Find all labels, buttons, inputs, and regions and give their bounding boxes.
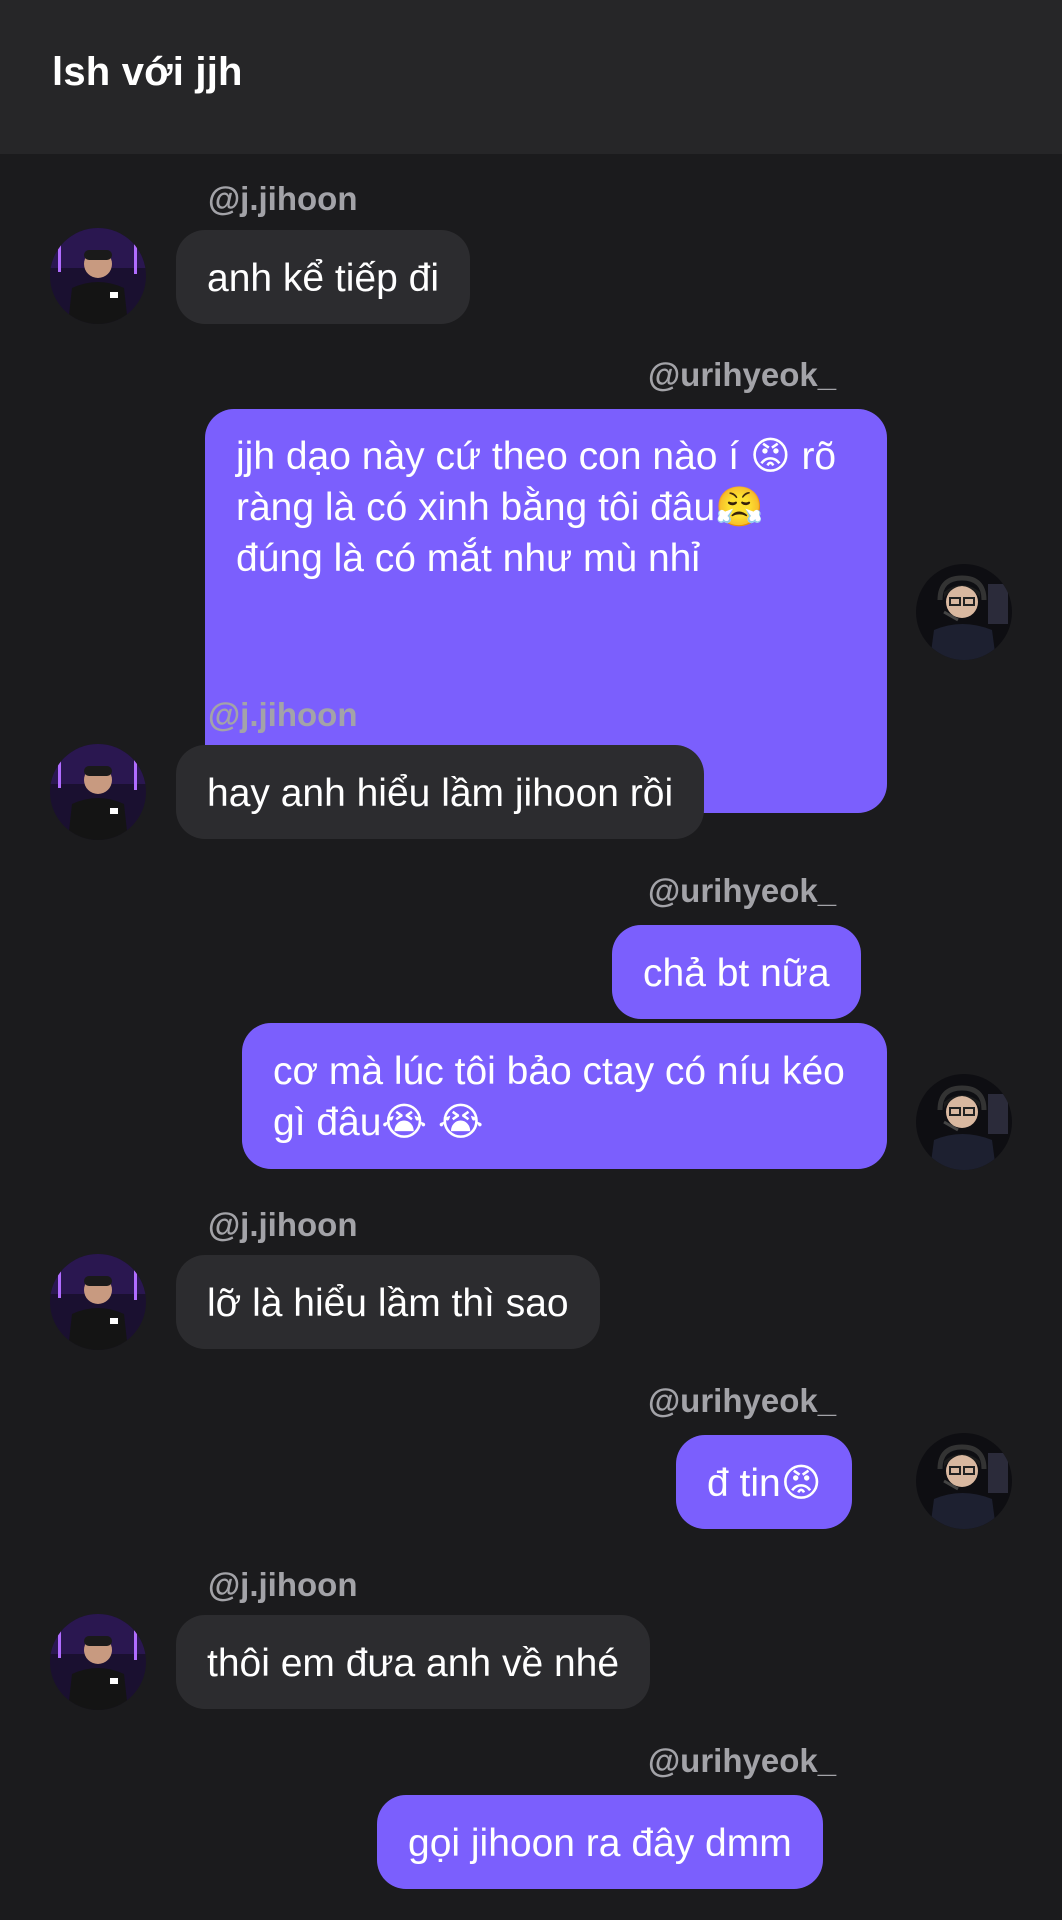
message-list[interactable]: @j.jihoon anh kể tiếp đi @urihyeok_ jjh …: [0, 154, 1062, 1920]
message-bubble-outgoing[interactable]: gọi jihoon ra đây dmm: [377, 1795, 823, 1889]
sender-username[interactable]: @urihyeok_: [648, 356, 836, 394]
sender-username[interactable]: @urihyeok_: [648, 1382, 836, 1420]
chat-header: lsh với jjh: [0, 0, 1062, 154]
avatar-urihyeok[interactable]: [916, 564, 1012, 660]
avatar-jihoon[interactable]: [50, 1614, 146, 1710]
avatar-jihoon[interactable]: [50, 744, 146, 840]
chat-title: lsh với jjh: [52, 50, 243, 94]
message-bubble-outgoing[interactable]: đ tin😡: [676, 1435, 853, 1529]
avatar-jihoon[interactable]: [50, 228, 146, 324]
avatar-urihyeok[interactable]: [916, 1433, 1012, 1529]
message-bubble-outgoing[interactable]: cơ mà lúc tôi bảo ctay có níu kéo gì đâu…: [242, 1023, 887, 1169]
sender-username[interactable]: @j.jihoon: [208, 696, 357, 734]
avatar-urihyeok[interactable]: [916, 1074, 1012, 1170]
message-bubble-incoming[interactable]: lỡ là hiểu lầm thì sao: [176, 1255, 600, 1349]
sender-username[interactable]: @j.jihoon: [208, 1206, 357, 1244]
sender-username[interactable]: @urihyeok_: [648, 1742, 836, 1780]
message-bubble-incoming[interactable]: anh kể tiếp đi: [176, 230, 471, 324]
sender-username[interactable]: @j.jihoon: [208, 180, 357, 218]
avatar-jihoon[interactable]: [50, 1254, 146, 1350]
message-bubble-incoming[interactable]: hay anh hiểu lầm jihoon rồi: [176, 745, 705, 839]
sender-username[interactable]: @urihyeok_: [648, 872, 836, 910]
message-bubble-incoming[interactable]: thôi em đưa anh về nhé: [176, 1615, 651, 1709]
sender-username[interactable]: @j.jihoon: [208, 1566, 357, 1604]
message-bubble-outgoing[interactable]: chả bt nữa: [612, 925, 861, 1019]
